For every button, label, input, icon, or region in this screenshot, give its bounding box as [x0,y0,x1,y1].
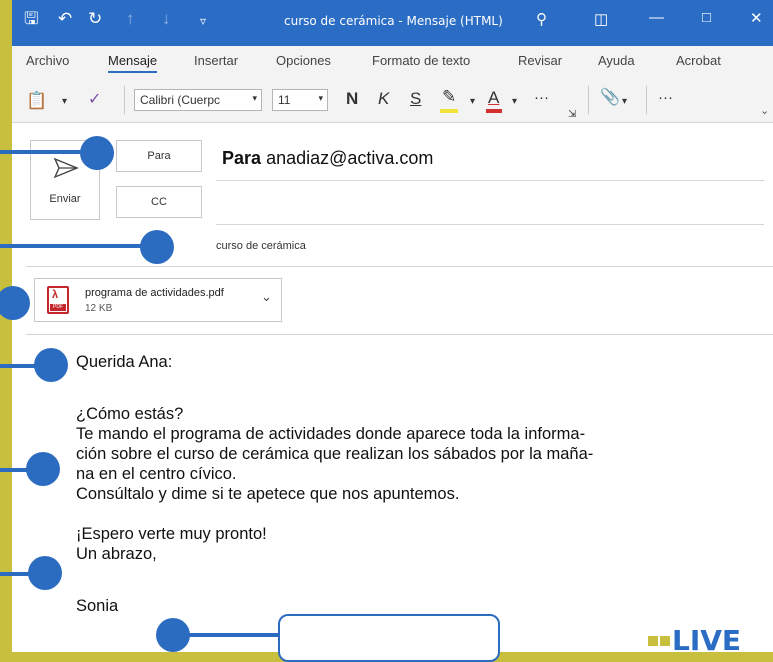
paste-dropdown-icon[interactable]: ▾ [62,93,67,111]
chevron-down-icon[interactable]: ⌄ [261,289,272,305]
menu-bar: Archivo Mensaje Insertar Opciones Format… [12,46,773,76]
font-color-bar [486,109,502,113]
subject-field[interactable]: curso de cerámica [216,240,306,252]
answer-box[interactable] [278,614,500,662]
tab-revisar[interactable]: Revisar [518,53,562,68]
tab-ayuda[interactable]: Ayuda [598,53,635,68]
body-signature: Sonia [76,597,119,615]
ribbon-separator [646,86,647,114]
send-label: Enviar [49,193,81,205]
outlook-message-window: 🖫 ↶ ↻ ↑ ↓ ▿ curso de cerámica - Mensaje … [12,0,773,652]
maximize-icon[interactable]: □ [702,9,711,26]
body-line: Consúltalo y dime si te apetece que nos … [76,485,460,503]
highlight-color-bar [440,109,458,113]
tab-archivo[interactable]: Archivo [26,53,69,68]
send-icon [53,157,79,179]
callout-dot [80,136,114,170]
callout-dot [28,556,62,590]
tab-acrobat[interactable]: Acrobat [676,53,721,68]
font-size-value: 11 [278,93,291,107]
chevron-down-icon: ▾ [252,93,257,103]
font-name-value: Calibri (Cuerpc [140,93,221,107]
minimize-icon[interactable]: — [649,9,664,26]
subject-underline [26,266,773,267]
attach-icon[interactable]: 📎 [600,89,620,107]
more-commands-icon[interactable]: ··· [658,89,673,107]
body-line: ¡Espero verte muy pronto! [76,525,267,543]
callout-leader [184,633,280,637]
ribbon-separator [124,86,125,114]
font-color-icon[interactable]: A [488,89,499,107]
underline-button[interactable]: S [410,90,421,108]
dialog-launcher-icon[interactable]: ⇲ [568,106,576,124]
cc-button[interactable]: CC [116,186,202,218]
save-icon[interactable]: 🖫 [24,9,38,29]
font-name-select[interactable]: Calibri (Cuerpc ▾ [134,89,262,111]
chevron-down-icon: ▾ [318,93,323,103]
customize-icon[interactable]: ▿ [200,11,206,31]
to-field[interactable]: Para anadiaz@activa.com [222,148,433,169]
callout-leader [0,244,150,248]
paste-icon[interactable]: 📋 [26,92,47,110]
font-size-select[interactable]: 11 ▾ [272,89,328,111]
body-line: Te mando el programa de actividades dond… [76,425,586,443]
more-options-icon[interactable]: ··· [534,89,549,107]
attachment-chip[interactable]: λ PDF programa de actividades.pdf 12 KB … [34,278,282,322]
body-line: na en el centro cívico. [76,465,237,483]
ribbon-expand-icon[interactable]: ⌄ [760,104,769,117]
tab-opciones[interactable]: Opciones [276,53,331,68]
search-icon[interactable]: ⚲ [536,10,547,28]
callout-dot [34,348,68,382]
ribbon-display-icon[interactable]: ◫ [594,10,608,28]
up-arrow-icon[interactable]: ↑ [126,9,135,29]
down-arrow-icon[interactable]: ↓ [162,9,171,29]
undo-icon[interactable]: ↶ [58,9,72,29]
to-prefix: Para [222,148,262,168]
attachment-size: 12 KB [85,303,113,314]
italic-button[interactable]: K [378,90,389,108]
tab-insertar[interactable]: Insertar [194,53,238,68]
body-greeting: Querida Ana: [76,353,173,371]
ribbon-separator [588,86,589,114]
to-underline [216,180,764,181]
redo-icon[interactable]: ↻ [88,9,102,29]
to-value: anadiaz@activa.com [266,148,434,168]
to-button[interactable]: Para [116,140,202,172]
pdf-icon: λ PDF [47,286,69,314]
tab-mensaje[interactable]: Mensaje [108,53,158,73]
format-painter-icon[interactable]: ✓ [88,91,101,109]
body-line: Un abrazo, [76,545,157,563]
close-icon[interactable]: ✕ [750,9,763,27]
brand-logo: LIVE [648,624,741,652]
callout-dot [26,452,60,486]
attach-dropdown-icon[interactable]: ▾ [622,93,627,111]
highlight-dropdown-icon[interactable]: ▾ [470,93,475,111]
tab-formato-de-texto[interactable]: Formato de texto [372,53,470,68]
attachment-divider [26,334,773,335]
body-line: ¿Cómo estás? [76,405,184,423]
highlight-icon[interactable]: ✎ [442,88,456,106]
cc-underline [216,224,764,225]
bold-button[interactable]: N [346,90,358,108]
font-color-dropdown-icon[interactable]: ▾ [512,93,517,111]
window-title: curso de cerámica - Mensaje (HTML) [284,14,503,28]
attachment-name: programa de actividades.pdf [85,287,224,299]
body-line: ción sobre el curso de cerámica que real… [76,445,594,463]
callout-dot [140,230,174,264]
title-bar: 🖫 ↶ ↻ ↑ ↓ ▿ curso de cerámica - Mensaje … [12,0,773,46]
